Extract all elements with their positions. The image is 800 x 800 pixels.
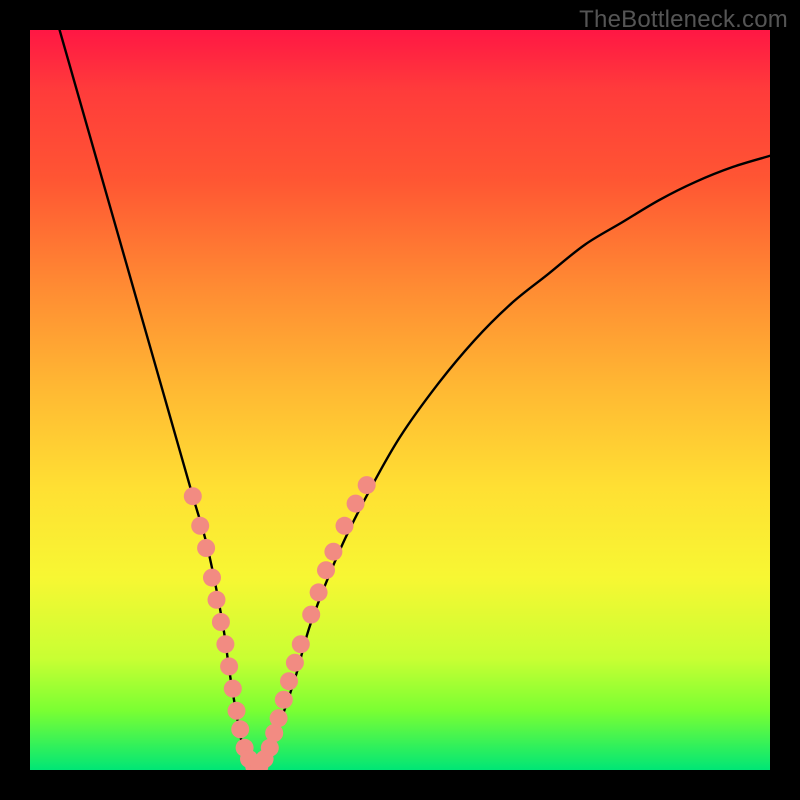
highlight-dot — [191, 517, 209, 535]
highlight-dot — [212, 613, 230, 631]
highlight-dot — [231, 720, 249, 738]
highlight-dot — [208, 591, 226, 609]
curve-layer — [30, 30, 770, 770]
highlight-dot — [347, 495, 365, 513]
highlight-dot — [216, 635, 234, 653]
bottleneck-curve — [60, 30, 770, 770]
highlight-dot — [358, 476, 376, 494]
highlight-dot — [228, 702, 246, 720]
highlight-dots — [184, 476, 376, 770]
highlight-dot — [292, 635, 310, 653]
highlight-dot — [336, 517, 354, 535]
highlight-dot — [224, 680, 242, 698]
highlight-dot — [197, 539, 215, 557]
highlight-dot — [203, 569, 221, 587]
highlight-dot — [220, 657, 238, 675]
highlight-dot — [310, 583, 328, 601]
chart-frame: TheBottleneck.com — [0, 0, 800, 800]
highlight-dot — [280, 672, 298, 690]
plot-area — [30, 30, 770, 770]
highlight-dot — [184, 487, 202, 505]
highlight-dot — [324, 543, 342, 561]
highlight-dot — [270, 709, 288, 727]
highlight-dot — [317, 561, 335, 579]
highlight-dot — [275, 691, 293, 709]
highlight-dot — [302, 606, 320, 624]
highlight-dot — [286, 654, 304, 672]
watermark-text: TheBottleneck.com — [579, 6, 788, 34]
